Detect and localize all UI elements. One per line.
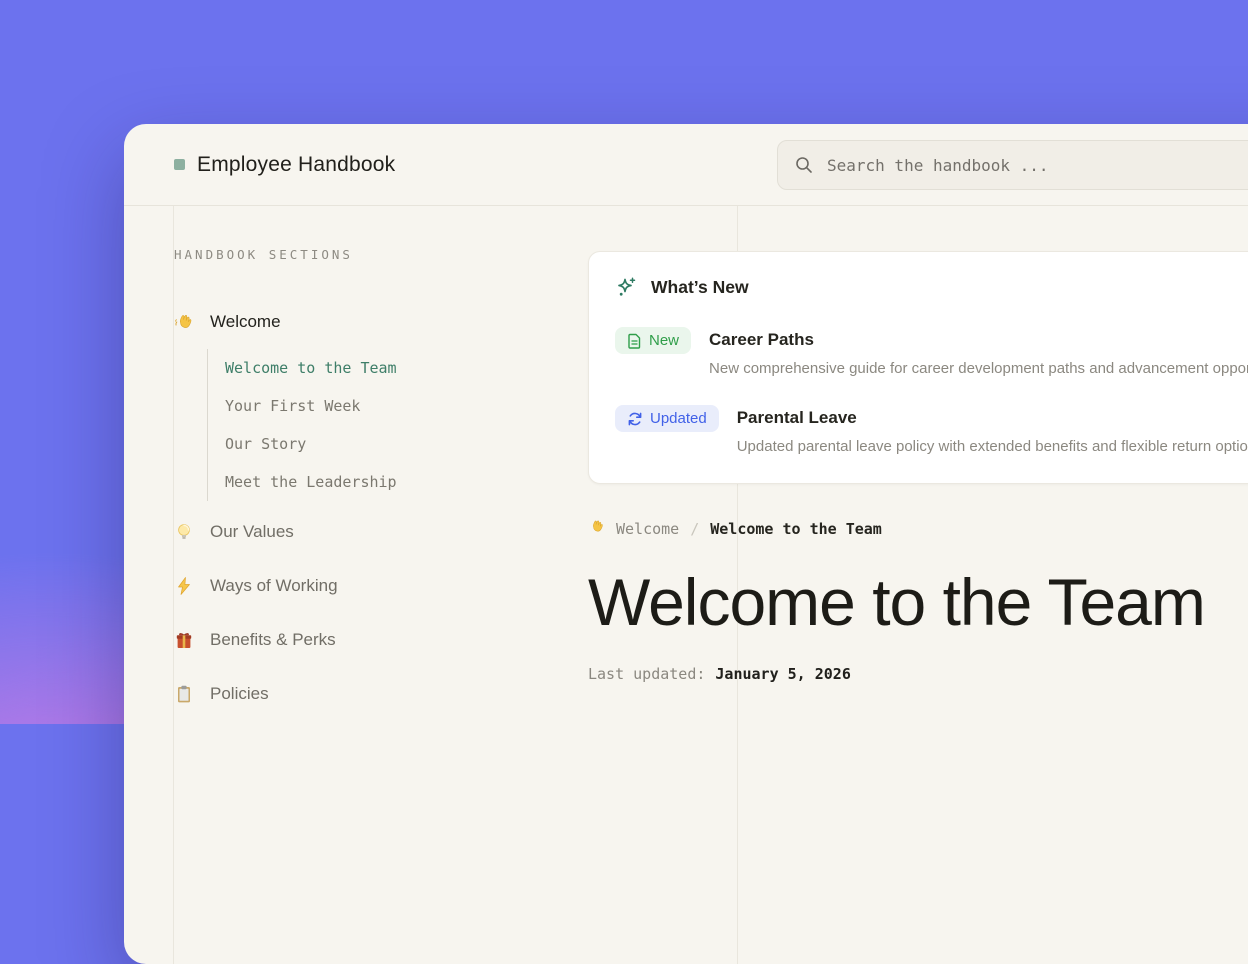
sidebar-item-policies[interactable]: Policies xyxy=(174,681,554,707)
sidebar-item-label: Our Values xyxy=(210,522,294,542)
search-input[interactable] xyxy=(827,156,1248,175)
app-brand: Employee Handbook xyxy=(174,153,395,177)
whats-new-header: What’s New xyxy=(615,276,1248,299)
sidebar: HANDBOOK SECTIONS Welcome Welcome to the… xyxy=(174,248,554,707)
sidebar-subitem-welcome-to-the-team[interactable]: Welcome to the Team xyxy=(225,349,554,387)
entry-text: Parental Leave Updated parental leave po… xyxy=(737,405,1248,455)
sidebar-item-label: Policies xyxy=(210,684,269,704)
last-updated-label: Last updated: xyxy=(588,665,705,683)
new-badge: New xyxy=(615,327,691,354)
handbook-window: Employee Handbook HANDBOOK SECTIONS xyxy=(124,124,1248,964)
last-updated-value: January 5, 2026 xyxy=(715,665,850,683)
breadcrumb-page: Welcome to the Team xyxy=(710,520,882,538)
sidebar-item-welcome[interactable]: Welcome xyxy=(174,309,554,335)
entry-description: New comprehensive guide for career devel… xyxy=(709,360,1248,377)
entry-text: Career Paths New comprehensive guide for… xyxy=(709,327,1248,377)
entry-title: Parental Leave xyxy=(737,405,1248,431)
whats-new-card: What’s New New Career Paths New comprehe… xyxy=(588,251,1248,484)
search-box[interactable] xyxy=(777,140,1248,190)
clipboard-emoji-icon xyxy=(174,684,194,704)
breadcrumb-section[interactable]: Welcome xyxy=(616,520,679,538)
sidebar-item-benefits-perks[interactable]: Benefits & Perks xyxy=(174,627,554,653)
refresh-icon xyxy=(627,411,643,427)
sidebar-item-label: Benefits & Perks xyxy=(210,630,336,650)
sidebar-subitem-our-story[interactable]: Our Story xyxy=(225,425,554,463)
lightbulb-emoji-icon xyxy=(174,522,194,542)
sidebar-section-label: HANDBOOK SECTIONS xyxy=(174,248,554,261)
whats-new-entry[interactable]: Updated Parental Leave Updated parental … xyxy=(615,405,1248,455)
sidebar-item-label: Welcome xyxy=(210,312,281,332)
document-icon xyxy=(627,333,642,349)
sidebar-subitem-your-first-week[interactable]: Your First Week xyxy=(225,387,554,425)
page-title: Welcome to the Team xyxy=(588,569,1248,635)
sidebar-sublist-welcome: Welcome to the Team Your First Week Our … xyxy=(207,349,554,501)
main-content: What’s New New Career Paths New comprehe… xyxy=(588,251,1248,683)
badge-label: Updated xyxy=(650,410,707,427)
sidebar-subitem-meet-the-leadership[interactable]: Meet the Leadership xyxy=(225,463,554,501)
updated-badge: Updated xyxy=(615,405,719,432)
wave-emoji-icon xyxy=(588,518,605,539)
wave-emoji-icon xyxy=(174,312,194,332)
content-area: HANDBOOK SECTIONS Welcome Welcome to the… xyxy=(124,206,1248,964)
gift-emoji-icon xyxy=(174,630,194,650)
breadcrumb-separator: / xyxy=(690,520,699,538)
breadcrumb: Welcome / Welcome to the Team xyxy=(588,518,1248,539)
whats-new-title: What’s New xyxy=(651,277,749,298)
logo-square-icon xyxy=(174,159,185,170)
app-title: Employee Handbook xyxy=(197,153,395,177)
last-updated: Last updated: January 5, 2026 xyxy=(588,665,1248,683)
sidebar-item-our-values[interactable]: Our Values xyxy=(174,519,554,545)
lightning-emoji-icon xyxy=(174,576,194,596)
header-bar: Employee Handbook xyxy=(124,124,1248,206)
entry-description: Updated parental leave policy with exten… xyxy=(737,438,1248,455)
entry-title: Career Paths xyxy=(709,327,1248,353)
sidebar-item-label: Ways of Working xyxy=(210,576,338,596)
search-icon xyxy=(795,156,813,174)
badge-label: New xyxy=(649,332,679,349)
whats-new-entry[interactable]: New Career Paths New comprehensive guide… xyxy=(615,327,1248,377)
sidebar-item-ways-of-working[interactable]: Ways of Working xyxy=(174,573,554,599)
sparkle-icon xyxy=(615,276,638,299)
